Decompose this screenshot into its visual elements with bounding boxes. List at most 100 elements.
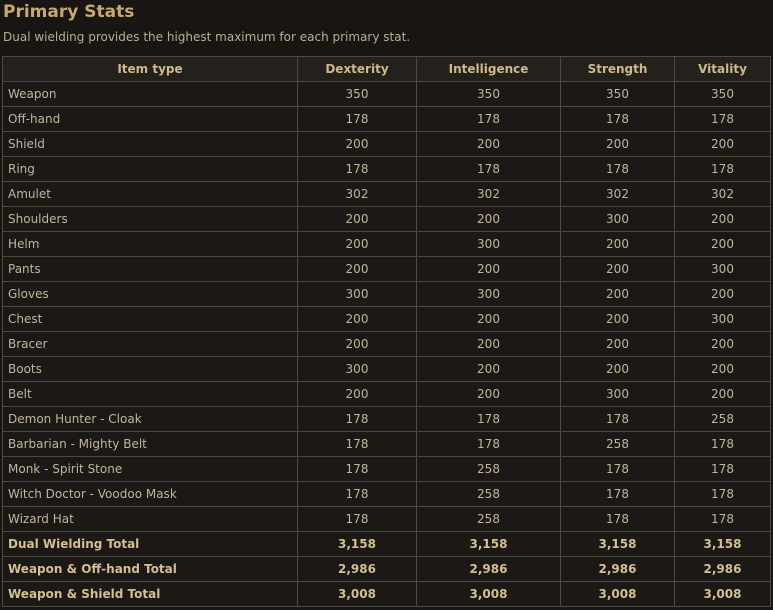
total-row: Weapon & Off-hand Total 2,986 2,986 2,986 2,…	[2, 556, 771, 582]
stat-value-cell: 300	[560, 206, 675, 232]
table-row: Bracer 200 200 200 200	[2, 331, 771, 357]
stat-value-cell: 258	[416, 506, 561, 532]
stat-value-cell: 302	[674, 181, 771, 207]
table-row: Amulet 302 302 302 302	[2, 181, 771, 207]
stat-value-cell: 178	[674, 456, 771, 482]
item-type-cell: Bracer	[2, 331, 298, 357]
stat-value-cell: 178	[416, 431, 561, 457]
stat-value-cell: 200	[560, 331, 675, 357]
stat-value-cell: 200	[416, 306, 561, 332]
stat-value-cell: 178	[297, 431, 417, 457]
stat-value-cell: 200	[560, 281, 675, 307]
stat-value-cell: 200	[416, 256, 561, 282]
stat-value-cell: 200	[674, 281, 771, 307]
table-body: Weapon 350 350 350 350 Off-hand 178 178 178 178 Sh…	[2, 81, 771, 607]
stat-value-cell: 200	[416, 206, 561, 232]
table-header-row: Item type Dexterity Intelligence Strength Vi…	[2, 56, 771, 82]
item-type-cell: Shield	[2, 131, 298, 157]
stat-value-cell: 3,158	[560, 531, 675, 557]
stat-value-cell: 178	[297, 406, 417, 432]
stat-value-cell: 3,008	[560, 581, 675, 607]
item-type-cell: Shoulders	[2, 206, 298, 232]
stat-value-cell: 178	[560, 156, 675, 182]
stat-value-cell: 200	[416, 331, 561, 357]
stat-value-cell: 178	[297, 456, 417, 482]
stat-value-cell: 200	[297, 256, 417, 282]
item-type-cell: Belt	[2, 381, 298, 407]
item-type-cell: Boots	[2, 356, 298, 382]
stat-value-cell: 178	[416, 406, 561, 432]
column-header-intelligence: Intelligence	[416, 56, 561, 82]
stat-value-cell: 200	[674, 331, 771, 357]
stat-value-cell: 200	[560, 306, 675, 332]
table-row: Wizard Hat 178 258 178 178	[2, 506, 771, 532]
stat-value-cell: 178	[560, 506, 675, 532]
stat-value-cell: 178	[297, 481, 417, 507]
stat-value-cell: 3,008	[297, 581, 417, 607]
item-type-cell: Chest	[2, 306, 298, 332]
item-type-cell: Pants	[2, 256, 298, 282]
table-row: Weapon 350 350 350 350	[2, 81, 771, 107]
stat-value-cell: 200	[416, 356, 561, 382]
stat-value-cell: 3,158	[416, 531, 561, 557]
table-row: Belt 200 200 300 200	[2, 381, 771, 407]
column-header-vitality: Vitality	[674, 56, 771, 82]
stat-value-cell: 302	[416, 181, 561, 207]
item-type-cell: Wizard Hat	[2, 506, 298, 532]
item-type-cell: Weapon	[2, 81, 298, 107]
stat-value-cell: 300	[297, 281, 417, 307]
stat-value-cell: 178	[560, 106, 675, 132]
stat-value-cell: 3,008	[416, 581, 561, 607]
table-row: Demon Hunter - Cloak 178 178 178 258	[2, 406, 771, 432]
stat-value-cell: 200	[297, 331, 417, 357]
stat-value-cell: 258	[416, 456, 561, 482]
table-row: Chest 200 200 200 300	[2, 306, 771, 332]
table-row: Ring 178 178 178 178	[2, 156, 771, 182]
stat-value-cell: 200	[297, 206, 417, 232]
column-header-strength: Strength	[560, 56, 675, 82]
table-row: Gloves 300 300 200 200	[2, 281, 771, 307]
total-row: Weapon & Shield Total 3,008 3,008 3,008 3,00…	[2, 581, 771, 607]
item-type-cell: Dual Wielding Total	[2, 531, 298, 557]
stat-value-cell: 302	[297, 181, 417, 207]
stat-value-cell: 178	[674, 106, 771, 132]
stat-value-cell: 350	[674, 81, 771, 107]
stat-value-cell: 2,986	[674, 556, 771, 582]
stat-value-cell: 300	[416, 281, 561, 307]
stat-value-cell: 300	[297, 356, 417, 382]
item-type-cell: Weapon & Off-hand Total	[2, 556, 298, 582]
item-type-cell: Barbarian - Mighty Belt	[2, 431, 298, 457]
page-subtitle: Dual wielding provides the highest maxim…	[3, 30, 411, 44]
stat-value-cell: 200	[297, 306, 417, 332]
stat-value-cell: 200	[416, 381, 561, 407]
stat-value-cell: 258	[674, 406, 771, 432]
stat-value-cell: 178	[416, 156, 561, 182]
stat-value-cell: 258	[416, 481, 561, 507]
table-row: Helm 200 300 200 200	[2, 231, 771, 257]
stat-value-cell: 350	[560, 81, 675, 107]
stat-value-cell: 178	[674, 506, 771, 532]
item-type-cell: Witch Doctor - Voodoo Mask	[2, 481, 298, 507]
stat-value-cell: 200	[674, 131, 771, 157]
item-type-cell: Amulet	[2, 181, 298, 207]
item-type-cell: Helm	[2, 231, 298, 257]
stat-value-cell: 300	[674, 306, 771, 332]
item-type-cell: Weapon & Shield Total	[2, 581, 298, 607]
stat-value-cell: 178	[297, 106, 417, 132]
stat-value-cell: 200	[674, 206, 771, 232]
table-row: Boots 300 200 200 200	[2, 356, 771, 382]
primary-stats-table: Item type Dexterity Intelligence Strength Vi…	[2, 56, 771, 607]
stat-value-cell: 200	[560, 256, 675, 282]
column-header-item-type: Item type	[2, 56, 298, 82]
stat-value-cell: 3,158	[674, 531, 771, 557]
stat-value-cell: 3,008	[674, 581, 771, 607]
table-row: Barbarian - Mighty Belt 178 178 258 178	[2, 431, 771, 457]
item-type-cell: Gloves	[2, 281, 298, 307]
stat-value-cell: 200	[297, 381, 417, 407]
table-row: Pants 200 200 200 300	[2, 256, 771, 282]
stat-value-cell: 300	[560, 381, 675, 407]
stat-value-cell: 2,986	[560, 556, 675, 582]
stat-value-cell: 350	[416, 81, 561, 107]
stat-value-cell: 178	[560, 456, 675, 482]
item-type-cell: Off-hand	[2, 106, 298, 132]
